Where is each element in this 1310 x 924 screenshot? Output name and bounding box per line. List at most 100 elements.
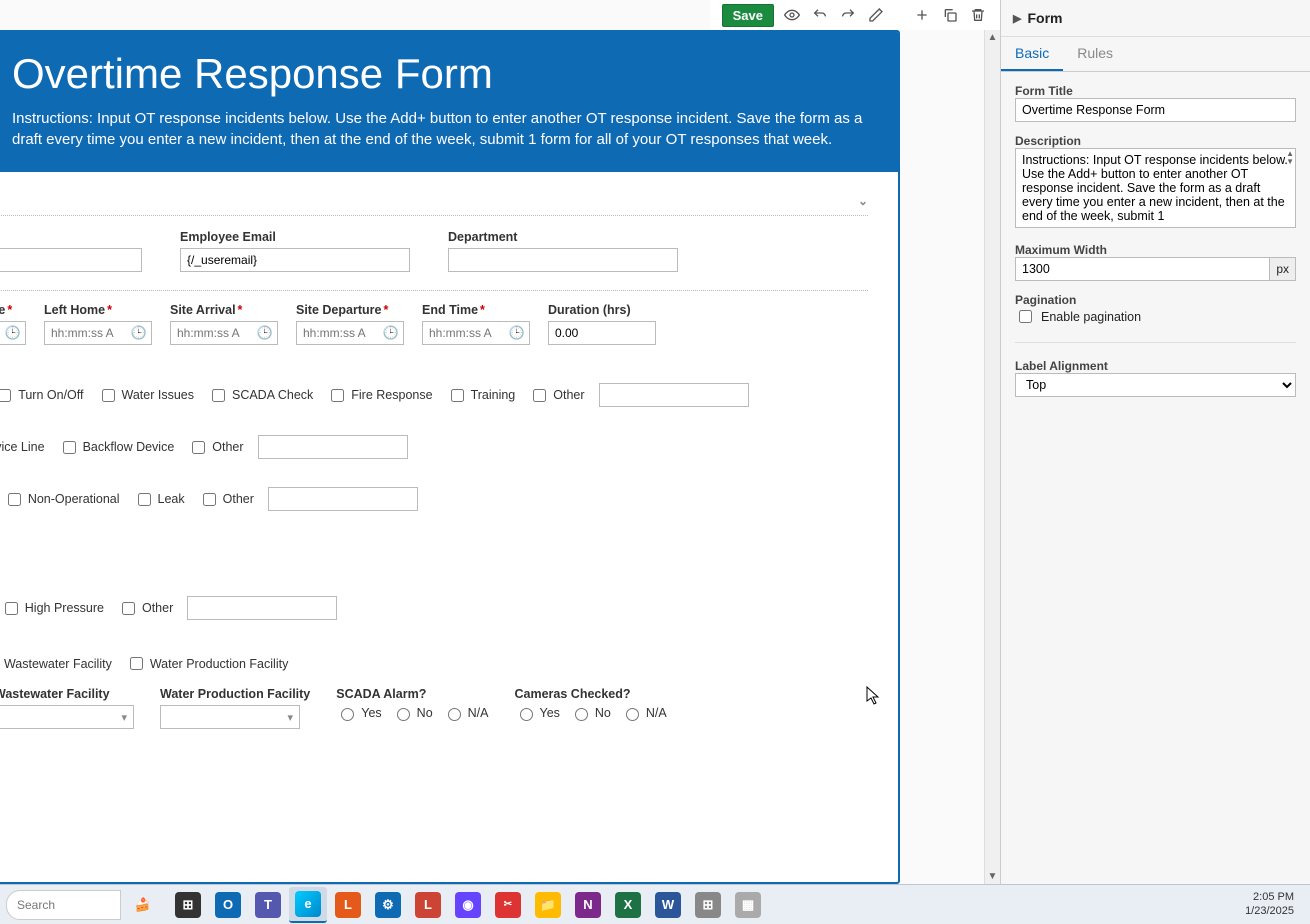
scroll-down-icon[interactable]: ▼	[986, 869, 1000, 884]
check-fire[interactable]: Fire Response	[327, 386, 432, 405]
input-other-response[interactable]	[599, 383, 749, 407]
input-max-width[interactable]	[1015, 257, 1270, 281]
save-button[interactable]: Save	[722, 4, 774, 27]
combo-water-prod[interactable]: ▾	[160, 705, 300, 729]
check-nonop[interactable]: Non-Operational	[4, 490, 120, 509]
taskbar-time: 2:05 PM	[1245, 891, 1294, 904]
label-employee-id: Employee ID	[0, 230, 152, 244]
check-water[interactable]: Water Issues	[98, 386, 194, 405]
label-wastewater: Wastewater Facility	[0, 687, 134, 701]
label-form-title: Form Title	[1015, 84, 1296, 98]
delete-icon[interactable]	[968, 5, 988, 25]
check-wastewater[interactable]: Wastewater Facility	[0, 654, 112, 673]
radio-cam-na[interactable]: N/A	[621, 705, 667, 721]
scroll-up-icon[interactable]: ▲	[986, 30, 1000, 45]
form-canvas: Overtime Response Form Instructions: Inp…	[0, 30, 900, 884]
input-site-arrival[interactable]	[170, 321, 278, 345]
undo-icon[interactable]	[810, 5, 830, 25]
check-scada[interactable]: SCADA Check	[208, 386, 313, 405]
label-cameras: Cameras Checked?	[515, 687, 667, 701]
unit-px: px	[1270, 257, 1296, 281]
input-other-pressure[interactable]	[187, 596, 337, 620]
select-label-alignment[interactable]: Top	[1015, 373, 1296, 397]
check-water-prod[interactable]: Water Production Facility	[126, 654, 288, 673]
check-other-leak[interactable]: Other	[188, 438, 243, 457]
label-site-arrival: Site Arrival	[170, 303, 278, 317]
redo-icon[interactable]	[838, 5, 858, 25]
label-alarm-info: mation	[0, 634, 868, 648]
tab-basic[interactable]: Basic	[1001, 37, 1063, 71]
taskbar-settings[interactable]: ⚙	[369, 887, 407, 923]
panel-header[interactable]: ▶ Form	[1001, 0, 1310, 37]
input-site-departure[interactable]	[296, 321, 404, 345]
radio-scada-yes[interactable]: Yes	[336, 705, 381, 721]
taskbar-onenote[interactable]: N	[569, 887, 607, 923]
input-form-title[interactable]	[1015, 98, 1296, 122]
taskbar-teams[interactable]: T	[249, 887, 287, 923]
input-end-time[interactable]	[422, 321, 530, 345]
taskbar-snip[interactable]: ✂	[489, 887, 527, 923]
check-backflow[interactable]: Backflow Device	[59, 438, 175, 457]
taskbar-app-l2[interactable]: L	[409, 887, 447, 923]
taskbar-date: 1/23/2025	[1245, 905, 1294, 918]
taskbar-search[interactable]: Search	[6, 890, 121, 920]
form-title: Overtime Response Form	[0, 50, 868, 98]
panel-title: Form	[1027, 10, 1062, 26]
radio-scada-na[interactable]: N/A	[443, 705, 489, 721]
check-service[interactable]: Service Line	[0, 438, 45, 457]
taskbar-app-misc[interactable]: ▦	[729, 887, 767, 923]
preview-icon[interactable]	[782, 5, 802, 25]
input-description[interactable]: Instructions: Input OT response incident…	[1015, 148, 1296, 228]
taskbar-app-l[interactable]: L	[329, 887, 367, 923]
check-other-response[interactable]: Other	[529, 386, 584, 405]
label-response: Response*	[0, 363, 868, 377]
radio-cam-no[interactable]: No	[570, 705, 611, 721]
taskbar-weather-icon[interactable]: 🍰	[125, 890, 161, 920]
taskbar-calculator[interactable]: ⊞	[689, 887, 727, 923]
input-other-hydrant[interactable]	[268, 487, 418, 511]
input-employee-id[interactable]	[0, 248, 142, 272]
add-icon[interactable]	[912, 5, 932, 25]
check-turn[interactable]: Turn On/Off	[0, 386, 84, 405]
panel-tabs: Basic Rules	[1001, 37, 1310, 72]
input-duration[interactable]	[548, 321, 656, 345]
check-high-pressure[interactable]: High Pressure	[1, 599, 104, 618]
label-description: Description	[1015, 134, 1296, 148]
taskbar-taskview[interactable]: ⊞	[169, 887, 207, 923]
taskbar-word[interactable]: W	[649, 887, 687, 923]
taskbar-edge[interactable]: e	[289, 887, 327, 923]
check-leak[interactable]: Leak	[134, 490, 185, 509]
check-other-hydrant[interactable]: Other	[199, 490, 254, 509]
input-other-leak[interactable]	[258, 435, 408, 459]
combo-wastewater[interactable]: ▾	[0, 705, 134, 729]
check-other-pressure[interactable]: Other	[118, 599, 173, 618]
input-department[interactable]	[448, 248, 678, 272]
tab-rules[interactable]: Rules	[1063, 37, 1127, 71]
radio-cam-yes[interactable]: Yes	[515, 705, 560, 721]
input-employee-email[interactable]	[180, 248, 410, 272]
label-water-prod: Water Production Facility	[160, 687, 310, 701]
windows-taskbar: Search 🍰 ⊞ O T e L ⚙ L ◉ ✂ 📁 N X W ⊞ ▦ 2…	[0, 884, 1310, 924]
label-department: Department	[448, 230, 688, 244]
check-enable-pagination[interactable]: Enable pagination	[1015, 307, 1296, 326]
copy-icon[interactable]	[940, 5, 960, 25]
taskbar-outlook[interactable]: O	[209, 887, 247, 923]
label-max-width: Maximum Width	[1015, 243, 1296, 257]
section-information[interactable]: Information ⌄	[0, 190, 868, 216]
input-start-call[interactable]	[0, 321, 26, 345]
taskbar-clock[interactable]: 2:05 PM 1/23/2025	[1245, 891, 1304, 917]
properties-panel: ▶ Form Basic Rules Form Title Descriptio…	[1000, 0, 1310, 884]
taskbar-explorer[interactable]: 📁	[529, 887, 567, 923]
textarea-spinner-icon[interactable]: ▲▼	[1286, 150, 1294, 166]
label-end-time: End Time	[422, 303, 530, 317]
check-training[interactable]: Training	[447, 386, 516, 405]
radio-scada-no[interactable]: No	[392, 705, 433, 721]
taskbar-excel[interactable]: X	[609, 887, 647, 923]
label-scada-alarm: SCADA Alarm?	[336, 687, 488, 701]
edit-icon[interactable]	[866, 5, 886, 25]
input-left-home[interactable]	[44, 321, 152, 345]
label-employee-email: Employee Email	[180, 230, 420, 244]
taskbar-app-purple[interactable]: ◉	[449, 887, 487, 923]
collapse-chevron-icon[interactable]: ⌄	[858, 194, 868, 208]
vertical-scrollbar[interactable]: ▲ ▼	[984, 30, 1000, 884]
